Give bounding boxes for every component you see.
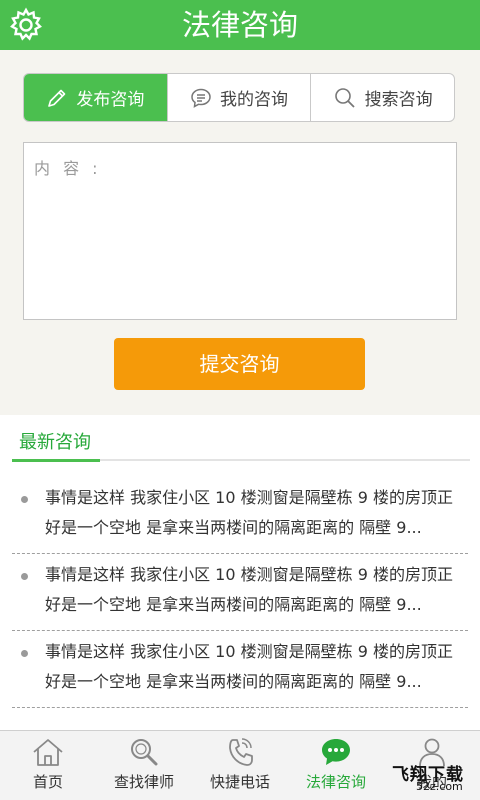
- tab-label: 搜索咨询: [364, 90, 433, 110]
- nav-legal-consult[interactable]: 法律咨询: [288, 731, 384, 800]
- bullet-dot: [21, 573, 28, 580]
- list-item[interactable]: 事情是这样 我家住小区 10 楼测窗是隔壁栋 9 楼的房顶正好是一个空地 是拿来…: [12, 631, 468, 708]
- nav-quick-call[interactable]: 快捷电话: [192, 731, 288, 800]
- tab-my-consult[interactable]: 我的咨询: [166, 74, 311, 121]
- home-icon: [33, 739, 63, 766]
- content-placeholder: 内 容 :: [34, 159, 102, 178]
- list-item[interactable]: 事情是这样 我家住小区 10 楼测窗是隔壁栋 9 楼的房顶正好是一个空地 是拿来…: [12, 554, 468, 631]
- consult-text: 事情是这样 我家住小区 10 楼测窗是隔壁栋 9 楼的房顶正好是一个空地 是拿来…: [45, 642, 453, 691]
- consult-tabs: 发布咨询 我的咨询 搜索咨询: [23, 73, 455, 122]
- nav-home[interactable]: 首页: [0, 731, 96, 800]
- list-item[interactable]: 事情是这样 我家住小区 10 楼测窗是隔壁栋 9 楼的房顶正好是一个空地 是拿来…: [12, 477, 468, 554]
- tab-label: 发布咨询: [76, 90, 145, 110]
- nav-label: 首页: [32, 773, 63, 791]
- nav-label: 法律咨询: [305, 773, 366, 791]
- page-title: 法律咨询: [181, 8, 298, 42]
- chat-icon: [322, 739, 350, 765]
- tab-publish-consult[interactable]: 发布咨询: [24, 74, 167, 121]
- pencil-icon: [48, 89, 66, 107]
- site-watermark: 飞翔下载 52z.com: [392, 760, 472, 798]
- watermark-subtext: 52z.com: [416, 780, 463, 793]
- content-textarea[interactable]: 内 容 :: [23, 142, 457, 320]
- submit-consult-button[interactable]: 提交咨询: [114, 338, 365, 390]
- app-header: 法律咨询: [0, 0, 480, 50]
- tab-search-consult[interactable]: 搜索咨询: [310, 74, 454, 121]
- section-divider: [12, 459, 470, 462]
- latest-consult-panel: 最新咨询 事情是这样 我家住小区 10 楼测窗是隔壁栋 9 楼的房顶正好是一个空…: [0, 415, 480, 730]
- tab-label: 我的咨询: [220, 90, 288, 110]
- consult-text: 事情是这样 我家住小区 10 楼测窗是隔壁栋 9 楼的房顶正好是一个空地 是拿来…: [45, 488, 453, 537]
- nav-label: 快捷电话: [209, 773, 270, 791]
- chat-bubble-icon: [191, 88, 211, 108]
- consult-list: 事情是这样 我家住小区 10 楼测窗是隔壁栋 9 楼的房顶正好是一个空地 是拿来…: [12, 477, 468, 708]
- bullet-dot: [21, 496, 28, 503]
- search-icon: [334, 87, 355, 108]
- nav-find-lawyer[interactable]: 查找律师: [96, 731, 192, 800]
- section-title: 最新咨询: [19, 432, 91, 453]
- nav-label: 查找律师: [113, 773, 174, 791]
- magnifier-icon: [131, 739, 158, 766]
- bullet-dot: [21, 650, 28, 657]
- consult-text: 事情是这样 我家住小区 10 楼测窗是隔壁栋 9 楼的房顶正好是一个空地 是拿来…: [45, 565, 453, 614]
- phone-icon: [229, 738, 253, 766]
